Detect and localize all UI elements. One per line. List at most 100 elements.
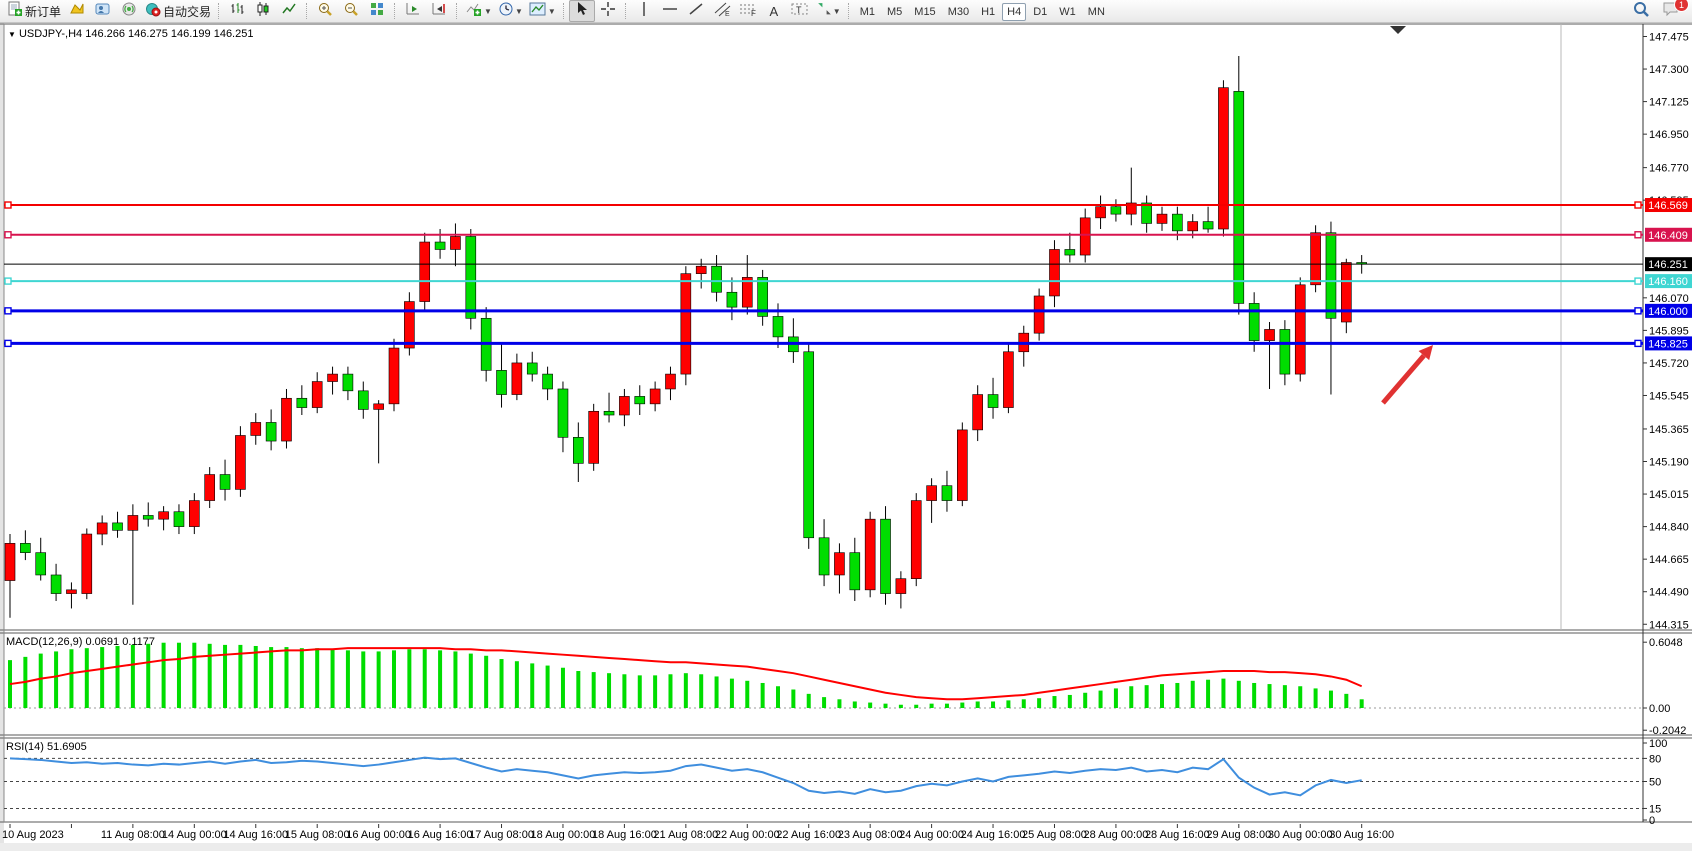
timeframe-button-m30[interactable]: M30 [943,3,974,21]
timeframe-button-d1[interactable]: D1 [1028,3,1052,21]
line-handle[interactable] [1635,232,1641,238]
auto-scroll-button[interactable] [400,0,426,22]
line-handle[interactable] [5,340,11,346]
price-axis-label[interactable]: 146.770 [1649,163,1689,175]
chart-canvas[interactable]: 147.475147.300147.125146.950146.770146.5… [0,23,1692,851]
timeframe-button-h4[interactable]: H4 [1002,3,1026,21]
macd-histogram-bar [822,697,826,708]
time-axis-label[interactable]: 22 Aug 00:00 [715,829,780,841]
profiles-button[interactable] [64,0,90,22]
tile-windows-button[interactable] [364,0,390,22]
zoom-in-button[interactable] [312,0,338,22]
macd-axis-label[interactable]: 0.00 [1649,703,1670,715]
price-axis-label[interactable]: 147.125 [1649,97,1689,109]
timeframe-button-m15[interactable]: M15 [909,3,940,21]
rsi-axis-label[interactable]: 50 [1649,777,1661,789]
vertical-line-tool-button[interactable] [631,0,657,22]
channel-tool-button[interactable]: E [709,0,735,22]
timeframe-button-h1[interactable]: H1 [976,3,1000,21]
line-handle[interactable] [1635,202,1641,208]
price-axis-label[interactable]: 146.070 [1649,293,1689,305]
price-axis-label[interactable]: 145.365 [1649,424,1689,436]
cursor-tool-button[interactable] [569,0,595,22]
line-handle[interactable] [5,278,11,284]
time-axis-label[interactable]: 24 Aug 00:00 [899,829,964,841]
price-axis-label[interactable]: 145.545 [1649,390,1689,402]
price-axis-label[interactable]: 145.190 [1649,457,1689,469]
price-axis-label[interactable]: 144.315 [1649,619,1689,631]
collapse-triangle-icon[interactable]: ▼ [8,30,16,39]
trendline-tool-button[interactable] [683,0,709,22]
price-axis-label[interactable]: 144.840 [1649,522,1689,534]
time-axis-label[interactable]: 24 Aug 16:00 [961,829,1026,841]
time-axis-label[interactable]: 17 Aug 08:00 [469,829,534,841]
time-axis-label[interactable]: 28 Aug 00:00 [1083,829,1148,841]
line-handle[interactable] [5,308,11,314]
timeframe-button-w1[interactable]: W1 [1054,3,1081,21]
chart-shift-button[interactable] [426,0,452,22]
line-handle[interactable] [1635,278,1641,284]
periods-button[interactable]: ▼ [495,0,526,22]
label-tool-button[interactable]: T [787,0,813,22]
price-axis-label[interactable]: 147.475 [1649,32,1689,44]
price-axis-label[interactable]: 145.015 [1649,489,1689,501]
time-axis-label[interactable]: 30 Aug 16:00 [1329,829,1394,841]
market-watch-button[interactable] [90,0,116,22]
time-axis-label[interactable]: 28 Aug 16:00 [1145,829,1210,841]
macd-axis-label[interactable]: -0.2042 [1649,725,1686,737]
rsi-axis-label[interactable]: 80 [1649,753,1661,765]
time-axis-label[interactable]: 11 Aug 08:00 [101,829,165,841]
time-axis-label[interactable]: 21 Aug 08:00 [653,829,718,841]
time-axis-label[interactable]: 18 Aug 00:00 [531,829,596,841]
new-order-button[interactable]: 新订单 [4,0,64,22]
time-axis-label[interactable]: 29 Aug 08:00 [1206,829,1271,841]
time-axis-label[interactable]: 25 Aug 08:00 [1022,829,1087,841]
zoom-out-button[interactable] [338,0,364,22]
text-tool-button[interactable]: A [761,0,787,22]
search-button[interactable] [1628,0,1654,22]
time-axis-label[interactable]: 30 Aug 00:00 [1268,829,1333,841]
price-axis-label[interactable]: 144.490 [1649,587,1689,599]
rsi-axis-label[interactable]: 15 [1649,803,1661,815]
line-chart-type-button[interactable] [276,0,302,22]
time-axis-label[interactable]: 18 Aug 16:00 [592,829,657,841]
price-axis-label[interactable]: 145.895 [1649,325,1689,337]
line-handle[interactable] [5,202,11,208]
rsi-axis-label[interactable]: 100 [1649,738,1667,750]
line-handle[interactable] [1635,308,1641,314]
time-axis-label[interactable]: 16 Aug 00:00 [346,829,411,841]
crosshair-tool-button[interactable] [595,0,621,22]
time-axis-label[interactable]: 10 Aug 2023 [2,829,64,841]
notifications-button[interactable]: 1 [1658,0,1684,22]
shapes-tool-button[interactable]: ▼ [813,0,844,22]
indicators-button[interactable]: ▼ [462,0,495,22]
horizontal-line-tool-button[interactable] [657,0,683,22]
time-axis-label[interactable]: 14 Aug 16:00 [223,829,288,841]
macd-axis-label[interactable]: 0.6048 [1649,637,1683,649]
auto-trading-button[interactable]: 自动交易 [142,0,214,22]
price-axis-label[interactable]: 147.300 [1649,64,1689,76]
time-axis-label[interactable]: 15 Aug 08:00 [285,829,350,841]
macd-histogram-bar [930,704,934,708]
macd-histogram-bar [668,674,672,708]
candlestick-chart-type-button[interactable] [250,0,276,22]
time-axis-label[interactable]: 16 Aug 16:00 [408,829,473,841]
fibonacci-tool-button[interactable]: F [735,0,761,22]
line-handle[interactable] [1635,340,1641,346]
signals-button[interactable] [116,0,142,22]
templates-button[interactable]: ▼ [526,0,559,22]
timeframe-button-m5[interactable]: M5 [882,3,907,21]
rsi-axis-label[interactable]: 0 [1649,815,1655,827]
time-axis-label[interactable]: 23 Aug 08:00 [838,829,903,841]
timeframe-button-mn[interactable]: MN [1083,3,1110,21]
line-handle[interactable] [5,232,11,238]
chart-header[interactable]: ▼ USDJPY-,H4 146.266 146.275 146.199 146… [8,28,253,40]
time-axis-label[interactable]: 14 Aug 00:00 [162,829,227,841]
price-axis-label[interactable]: 144.665 [1649,554,1689,566]
bar-chart-type-button[interactable] [224,0,250,22]
chart-window[interactable]: 147.475147.300147.125146.950146.770146.5… [0,23,1692,851]
timeframe-button-m1[interactable]: M1 [855,3,880,21]
price-axis-label[interactable]: 146.950 [1649,129,1689,141]
price-axis-label[interactable]: 145.720 [1649,358,1689,370]
time-axis-label[interactable]: 22 Aug 16:00 [776,829,841,841]
